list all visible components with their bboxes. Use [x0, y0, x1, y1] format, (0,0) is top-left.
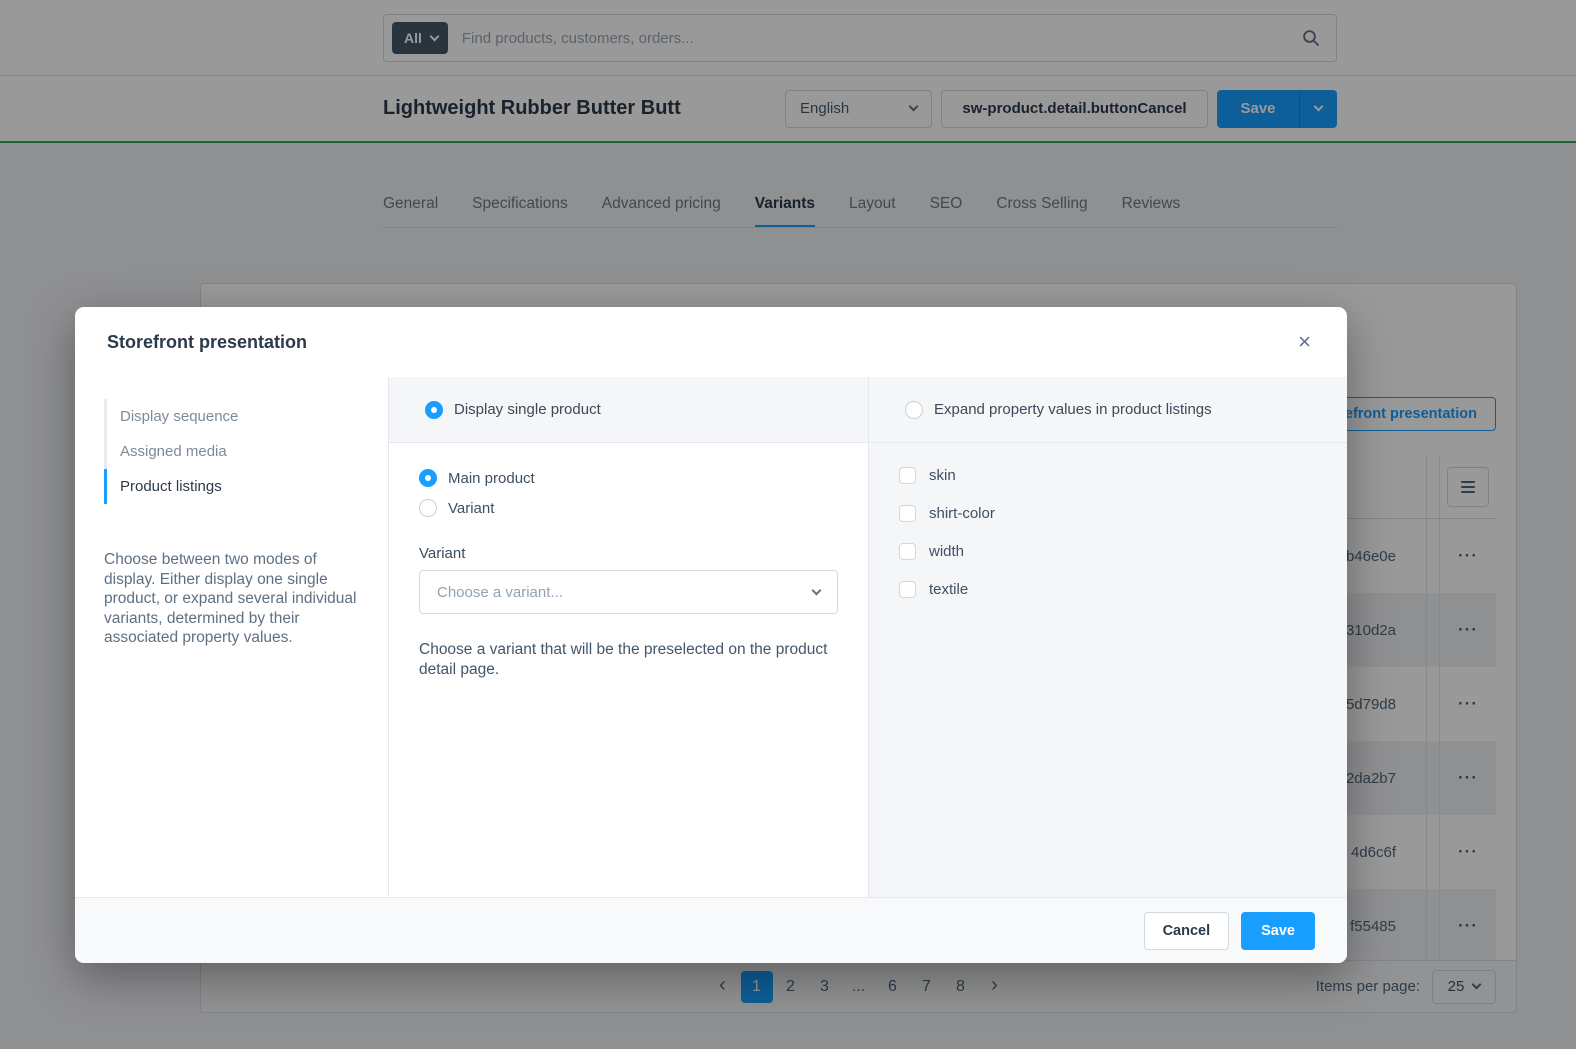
property-row-skin: skin: [899, 467, 1347, 484]
modal-description: Choose between two modes of display. Eit…: [104, 550, 362, 648]
checkbox-width[interactable]: [899, 543, 916, 560]
radio-variant-label: Variant: [448, 500, 494, 517]
property-row-shirt-color: shirt-color: [899, 505, 1347, 522]
chevron-down-icon: [812, 585, 822, 595]
checkbox-shirt-color-label: shirt-color: [929, 505, 995, 522]
property-row-textile: textile: [899, 581, 1347, 598]
radio-expand-property-values[interactable]: [905, 401, 923, 419]
variant-option: Variant: [419, 499, 838, 517]
modal-title: Storefront presentation: [107, 332, 307, 353]
single-product-options: Main product Variant Variant Choose a va…: [389, 443, 868, 897]
nav-item-product-listings[interactable]: Product listings: [104, 469, 362, 504]
checkbox-skin[interactable]: [899, 467, 916, 484]
single-product-mode-header: Display single product: [389, 377, 868, 443]
radio-main-product[interactable]: [419, 469, 437, 487]
radio-main-product-label: Main product: [448, 470, 535, 487]
modal-body: Display sequence Assigned media Product …: [75, 377, 1347, 897]
radio-display-single-product[interactable]: [425, 401, 443, 419]
modal-footer: Cancel Save: [75, 897, 1347, 963]
property-row-width: width: [899, 543, 1347, 560]
checkbox-textile[interactable]: [899, 581, 916, 598]
expand-properties-column: Expand property values in product listin…: [869, 377, 1347, 897]
storefront-presentation-modal: Storefront presentation × Display sequen…: [75, 307, 1347, 963]
modal-save-button[interactable]: Save: [1241, 912, 1315, 950]
nav-item-display-sequence[interactable]: Display sequence: [104, 399, 362, 434]
variant-select-placeholder: Choose a variant...: [437, 584, 563, 601]
radio-display-single-product-label: Display single product: [454, 401, 601, 418]
variant-field-label: Variant: [419, 545, 838, 562]
modal-cancel-button[interactable]: Cancel: [1144, 912, 1230, 950]
modal-header: Storefront presentation ×: [75, 307, 1347, 377]
property-checkbox-list: skin shirt-color width textile: [869, 443, 1347, 897]
checkbox-shirt-color[interactable]: [899, 505, 916, 522]
modal-sidebar: Display sequence Assigned media Product …: [75, 377, 388, 897]
variant-helper-text: Choose a variant that will be the presel…: [419, 640, 838, 679]
checkbox-textile-label: textile: [929, 581, 968, 598]
screen: All Lightweight Rubber Butter Butt Engli…: [0, 0, 1576, 1049]
single-product-column: Display single product Main product Vari…: [388, 377, 869, 897]
radio-variant[interactable]: [419, 499, 437, 517]
checkbox-skin-label: skin: [929, 467, 956, 484]
radio-expand-property-values-label: Expand property values in product listin…: [934, 401, 1212, 418]
main-product-option: Main product: [419, 469, 838, 487]
nav-item-assigned-media[interactable]: Assigned media: [104, 434, 362, 469]
checkbox-width-label: width: [929, 543, 964, 560]
modal-nav: Display sequence Assigned media Product …: [104, 399, 362, 504]
variant-select[interactable]: Choose a variant...: [419, 570, 838, 614]
close-icon[interactable]: ×: [1294, 331, 1315, 353]
expand-mode-header: Expand property values in product listin…: [869, 377, 1347, 443]
